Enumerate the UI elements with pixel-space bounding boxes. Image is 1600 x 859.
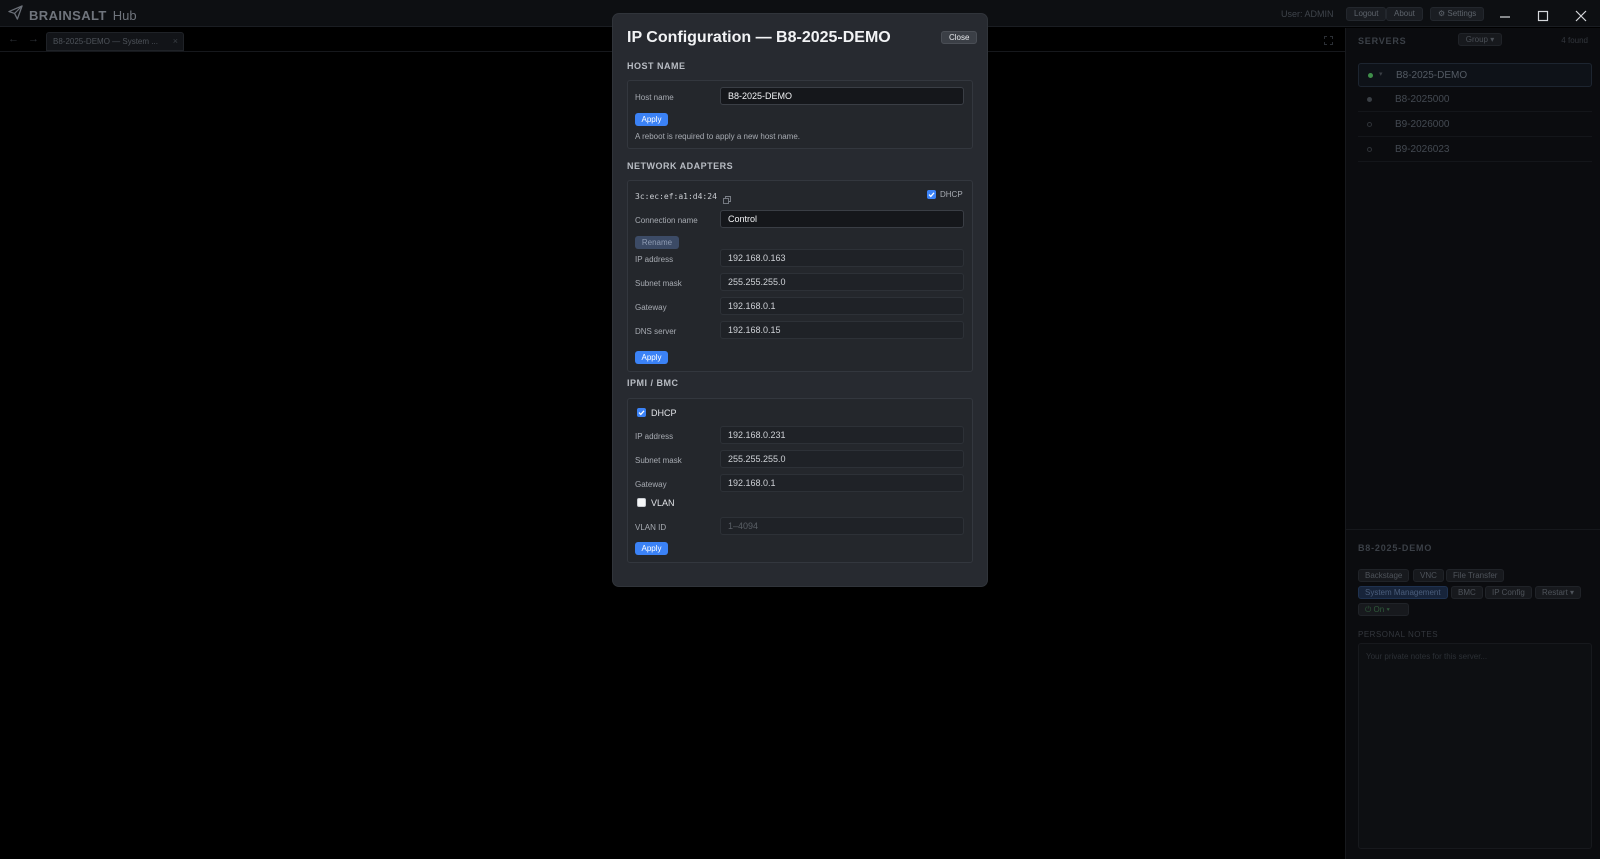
about-button[interactable]: About bbox=[1386, 7, 1423, 21]
fullscreen-icon[interactable] bbox=[1324, 36, 1333, 45]
sidebar-title: SERVERS bbox=[1358, 36, 1407, 46]
power-dropdown[interactable]: ⏻ On ▾ bbox=[1358, 603, 1409, 616]
file-transfer-button[interactable]: File Transfer bbox=[1446, 569, 1505, 582]
status-dot-icon bbox=[1367, 122, 1372, 127]
minimize-icon[interactable] bbox=[1495, 6, 1515, 26]
adapter-dns-label: DNS server bbox=[635, 327, 677, 336]
connection-name-label: Connection name bbox=[635, 216, 698, 225]
ipmi-ip-label: IP address bbox=[635, 432, 674, 441]
vlan-label: VLAN bbox=[651, 498, 675, 508]
adapter-ip-input[interactable]: 192.168.0.163 bbox=[720, 249, 964, 267]
maximize-icon[interactable] bbox=[1533, 6, 1553, 26]
ipmi-mask-input[interactable]: 255.255.255.0 bbox=[720, 450, 964, 468]
brand-suffix: Hub bbox=[112, 7, 137, 23]
server-name: B9-2026023 bbox=[1395, 144, 1450, 155]
tab-system-management[interactable]: B8-2025-DEMO — System ... × bbox=[46, 32, 184, 51]
server-item-b9-2026023[interactable]: B9-2026023 bbox=[1358, 138, 1592, 162]
adapter-dhcp-checkbox[interactable] bbox=[927, 190, 936, 199]
rename-button[interactable]: Rename bbox=[635, 236, 679, 249]
vlan-id-input[interactable]: 1–4094 bbox=[720, 517, 964, 535]
tab-close-icon[interactable]: × bbox=[173, 36, 178, 46]
selected-server-title: B8-2025-DEMO bbox=[1358, 543, 1433, 553]
network-adapter-section: 3c:ec:ef:a1:d4:24 DHCP Connection name C… bbox=[627, 180, 973, 372]
restart-dropdown[interactable]: Restart ▾ bbox=[1535, 586, 1582, 599]
ipmi-mask-label: Subnet mask bbox=[635, 456, 682, 465]
host-name-input[interactable]: B8-2025-DEMO bbox=[720, 87, 964, 105]
user-label: User: ADMIN bbox=[1281, 9, 1334, 19]
network-adapters-heading: NETWORK ADAPTERS bbox=[627, 161, 734, 171]
adapter-mask-label: Subnet mask bbox=[635, 279, 682, 288]
host-name-label: Host name bbox=[635, 93, 674, 102]
server-item-b8-2025-demo[interactable]: ▾ B8-2025-DEMO bbox=[1358, 63, 1592, 87]
ip-config-button[interactable]: IP Config bbox=[1485, 586, 1532, 599]
adapter-apply-button[interactable]: Apply bbox=[635, 351, 668, 364]
adapter-dns-input[interactable]: 192.168.0.15 bbox=[720, 321, 964, 339]
ipmi-ip-input[interactable]: 192.168.0.231 bbox=[720, 426, 964, 444]
bmc-button[interactable]: BMC bbox=[1451, 586, 1483, 599]
backstage-button[interactable]: Backstage bbox=[1358, 569, 1410, 582]
settings-button[interactable]: ⚙ Settings bbox=[1430, 7, 1485, 21]
status-dot-icon bbox=[1367, 97, 1372, 102]
chevron-down-icon[interactable]: ▾ bbox=[1379, 70, 1383, 78]
vlan-checkbox[interactable] bbox=[637, 498, 646, 507]
adapter-mask-input[interactable]: 255.255.255.0 bbox=[720, 273, 964, 291]
forward-arrow-icon[interactable]: → bbox=[28, 33, 39, 45]
host-apply-button[interactable]: Apply bbox=[635, 113, 668, 126]
adapter-gateway-input[interactable]: 192.168.0.1 bbox=[720, 297, 964, 315]
adapter-gateway-label: Gateway bbox=[635, 303, 667, 312]
host-name-section: Host name B8-2025-DEMO Apply A reboot is… bbox=[627, 80, 973, 149]
tab-label: B8-2025-DEMO — System ... bbox=[53, 37, 158, 46]
ipmi-dhcp-label: DHCP bbox=[651, 408, 677, 418]
dialog-title: IP Configuration — B8-2025-DEMO bbox=[627, 29, 891, 46]
notes-placeholder: Your private notes for this server... bbox=[1366, 652, 1488, 661]
group-dropdown[interactable]: Group ▾ bbox=[1458, 33, 1502, 46]
close-window-icon[interactable] bbox=[1571, 6, 1591, 26]
mac-address: 3c:ec:ef:a1:d4:24 bbox=[635, 192, 717, 201]
reboot-note: A reboot is required to apply a new host… bbox=[635, 132, 800, 141]
server-item-b8-2025000[interactable]: B8-2025000 bbox=[1358, 88, 1592, 112]
servers-sidebar: SERVERS Group ▾ 4 found ▾ B8-2025-DEMO B… bbox=[1345, 28, 1600, 859]
sidebar-divider bbox=[1346, 529, 1600, 530]
server-count: 4 found bbox=[1561, 36, 1588, 45]
ipmi-apply-button[interactable]: Apply bbox=[635, 542, 668, 555]
server-item-b9-2026000[interactable]: B9-2026000 bbox=[1358, 113, 1592, 137]
vnc-button[interactable]: VNC bbox=[1413, 569, 1444, 582]
server-name: B9-2026000 bbox=[1395, 119, 1450, 130]
ipmi-bmc-heading: IPMI / BMC bbox=[627, 378, 679, 388]
back-arrow-icon[interactable]: ← bbox=[8, 33, 19, 45]
server-name: B8-2025-DEMO bbox=[1396, 70, 1468, 81]
paper-plane-logo-icon bbox=[8, 5, 23, 25]
vlan-id-label: VLAN ID bbox=[635, 523, 667, 532]
ipmi-dhcp-checkbox[interactable] bbox=[637, 408, 646, 417]
app-window: BRAINSALT Hub User: ADMIN Logout About ⚙… bbox=[0, 0, 1600, 859]
status-dot-icon bbox=[1368, 73, 1373, 78]
ipmi-gateway-label: Gateway bbox=[635, 480, 667, 489]
server-name: B8-2025000 bbox=[1395, 94, 1450, 105]
ipmi-gateway-input[interactable]: 192.168.0.1 bbox=[720, 474, 964, 492]
brand-name: BRAINSALT bbox=[29, 7, 107, 23]
status-dot-icon bbox=[1367, 147, 1372, 152]
host-name-heading: HOST NAME bbox=[627, 61, 686, 71]
close-button[interactable]: Close bbox=[941, 31, 978, 44]
notes-textarea[interactable]: Your private notes for this server... bbox=[1358, 643, 1592, 849]
logout-button[interactable]: Logout bbox=[1346, 7, 1387, 21]
adapter-ip-label: IP address bbox=[635, 255, 674, 264]
system-management-button[interactable]: System Management bbox=[1358, 586, 1448, 599]
brand: BRAINSALT Hub bbox=[8, 5, 137, 25]
notes-label: PERSONAL NOTES bbox=[1358, 630, 1439, 639]
ipmi-bmc-section: DHCP IP address 192.168.0.231 Subnet mas… bbox=[627, 398, 973, 563]
ip-config-dialog: IP Configuration — B8-2025-DEMO Close HO… bbox=[613, 14, 987, 586]
connection-name-input[interactable]: Control bbox=[720, 210, 964, 228]
copy-icon[interactable] bbox=[723, 191, 731, 204]
adapter-dhcp-label: DHCP bbox=[940, 190, 963, 199]
